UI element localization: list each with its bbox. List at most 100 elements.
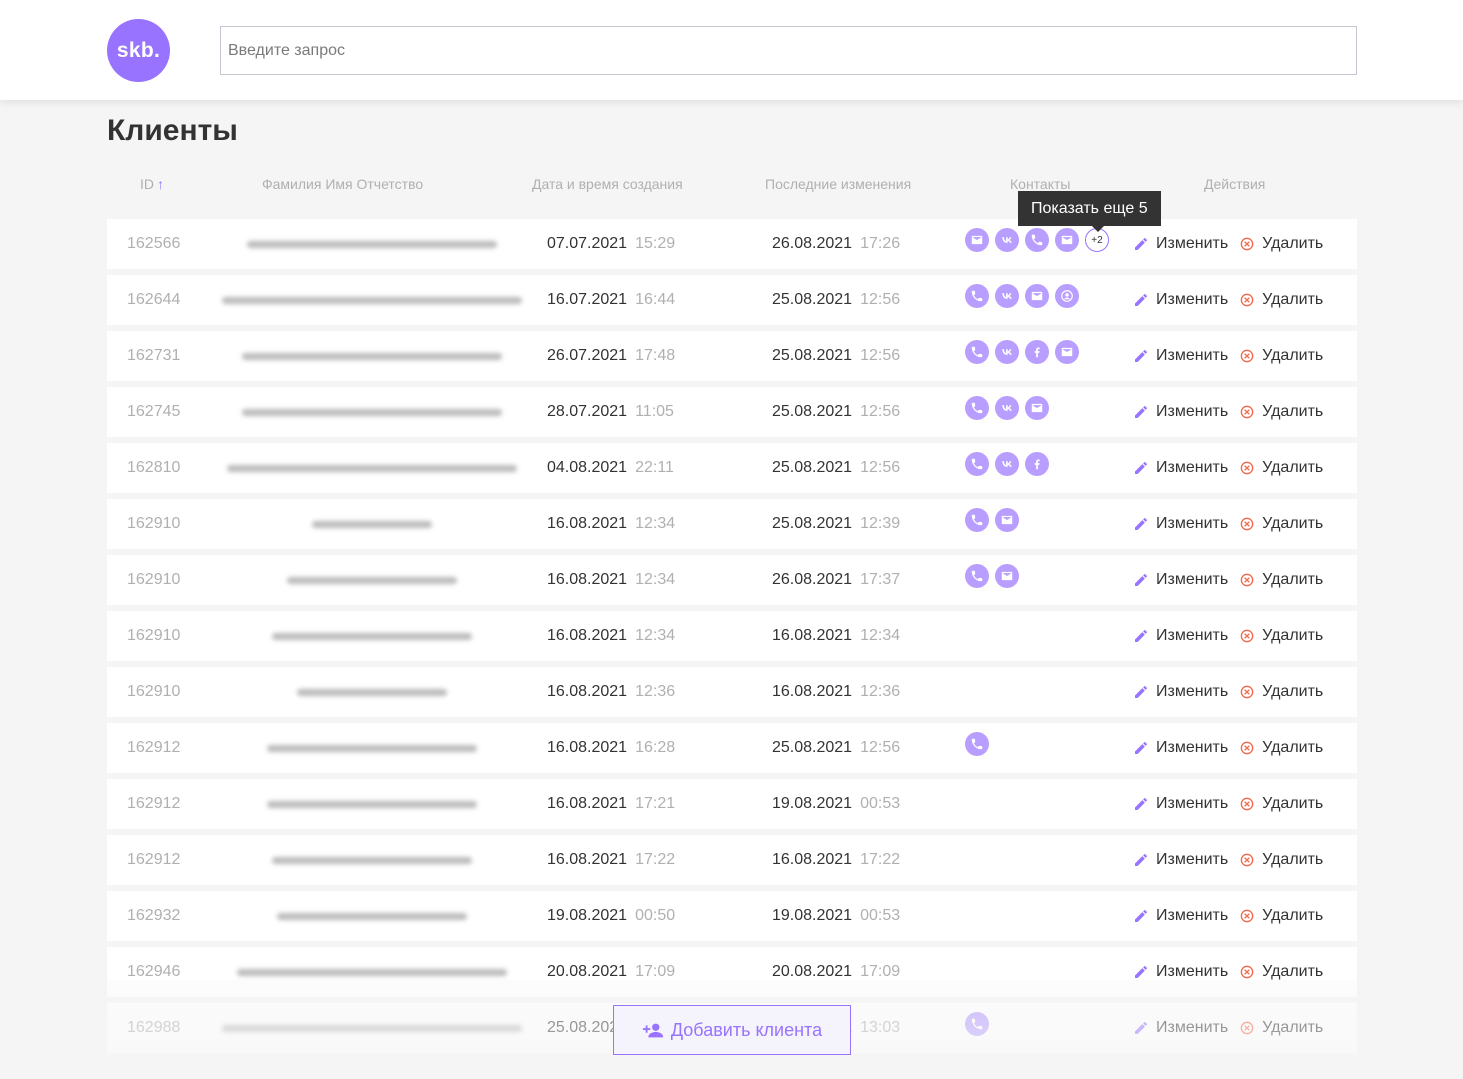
- delete-button[interactable]: Удалить: [1239, 739, 1323, 757]
- client-name-blurred: [207, 555, 537, 605]
- delete-label: Удалить: [1262, 963, 1324, 980]
- updated-datetime: 26.08.2021 17:26: [772, 219, 900, 269]
- created-datetime: 16.08.2021 17:22: [547, 835, 675, 885]
- phone-icon[interactable]: [965, 396, 989, 420]
- search-input[interactable]: [220, 26, 1357, 75]
- edit-button[interactable]: Изменить: [1133, 963, 1228, 981]
- row-actions: Изменить Удалить: [1133, 723, 1334, 773]
- sort-arrow-icon[interactable]: ↑: [157, 176, 164, 192]
- phone-icon[interactable]: [965, 508, 989, 532]
- updated-datetime: 16.08.2021 12:36: [772, 667, 900, 717]
- delete-button[interactable]: Удалить: [1239, 347, 1323, 365]
- column-header-updated[interactable]: Последние изменения: [765, 176, 911, 192]
- edit-icon: [1135, 630, 1147, 642]
- table-row: 162644 16.07.2021 16:44 25.08.2021 12:56 И…: [107, 275, 1357, 325]
- updated-time: 12:39: [860, 515, 901, 532]
- edit-button[interactable]: Изменить: [1133, 851, 1228, 869]
- updated-time: 00:53: [860, 795, 901, 812]
- column-header-name[interactable]: Фамилия Имя Отчетство: [262, 176, 423, 192]
- mail-icon[interactable]: [995, 508, 1019, 532]
- logo[interactable]: skb.: [107, 19, 170, 82]
- edit-button[interactable]: Изменить: [1133, 571, 1228, 589]
- add-client-button[interactable]: Добавить клиента: [613, 1005, 851, 1055]
- user-icon[interactable]: [1055, 284, 1079, 308]
- edit-label: Изменить: [1156, 291, 1229, 308]
- delete-button[interactable]: Удалить: [1239, 683, 1323, 701]
- delete-button[interactable]: Удалить: [1239, 235, 1323, 253]
- delete-button[interactable]: Удалить: [1239, 795, 1323, 813]
- delete-button[interactable]: Удалить: [1239, 403, 1323, 421]
- delete-icon: [1240, 237, 1254, 251]
- phone-icon[interactable]: [965, 732, 989, 756]
- client-name-blurred: [207, 387, 537, 437]
- created-time: 00:50: [635, 907, 676, 924]
- updated-time: 00:53: [860, 907, 901, 924]
- updated-datetime: 16.08.2021 17:22: [772, 835, 900, 885]
- table-row: 162731 26.07.2021 17:48 25.08.2021 12:56 И…: [107, 331, 1357, 381]
- edit-button[interactable]: Изменить: [1133, 627, 1228, 645]
- delete-button[interactable]: Удалить: [1239, 571, 1323, 589]
- delete-button[interactable]: Удалить: [1239, 459, 1323, 477]
- created-date: 16.07.2021: [547, 291, 628, 308]
- edit-button[interactable]: Изменить: [1133, 459, 1228, 477]
- client-name-blurred: [207, 443, 537, 493]
- table-row: 162912 16.08.2021 16:28 25.08.2021 12:56 И…: [107, 723, 1357, 773]
- edit-button[interactable]: Изменить: [1133, 683, 1228, 701]
- phone-icon[interactable]: [965, 564, 989, 588]
- edit-label: Изменить: [1156, 571, 1229, 588]
- phone-icon[interactable]: [965, 340, 989, 364]
- created-datetime: 07.07.2021 15:29: [547, 219, 675, 269]
- mail-icon[interactable]: [965, 228, 989, 252]
- edit-icon: [1135, 686, 1147, 698]
- column-header-created[interactable]: Дата и время создания: [532, 176, 683, 192]
- vk-icon[interactable]: [995, 452, 1019, 476]
- vk-icon[interactable]: [995, 284, 1019, 308]
- mail-icon[interactable]: [1055, 228, 1079, 252]
- edit-button[interactable]: Изменить: [1133, 403, 1228, 421]
- row-actions: Изменить Удалить: [1133, 779, 1334, 829]
- delete-icon: [1240, 853, 1254, 867]
- contacts-list: [965, 383, 1055, 433]
- table-row: 162566 07.07.2021 15:29 26.08.2021 17:26 +…: [107, 219, 1357, 269]
- delete-button[interactable]: Удалить: [1239, 851, 1323, 869]
- client-id: 162745: [127, 403, 181, 420]
- delete-button[interactable]: Удалить: [1239, 515, 1323, 533]
- updated-date: 26.08.2021: [772, 571, 853, 588]
- client-name-blurred: [207, 667, 537, 717]
- mail-icon[interactable]: [1025, 284, 1049, 308]
- column-header-id[interactable]: ID ↑: [140, 176, 164, 192]
- created-time: 17:09: [635, 963, 676, 980]
- phone-icon[interactable]: [965, 284, 989, 308]
- edit-button[interactable]: Изменить: [1133, 795, 1228, 813]
- delete-button[interactable]: Удалить: [1239, 627, 1323, 645]
- delete-button[interactable]: Удалить: [1239, 291, 1323, 309]
- vk-icon[interactable]: [995, 228, 1019, 252]
- phone-icon[interactable]: [965, 452, 989, 476]
- table-row: 162912 16.08.2021 17:22 16.08.2021 17:22 И…: [107, 835, 1357, 885]
- mail-icon[interactable]: [995, 564, 1019, 588]
- mail-icon[interactable]: [1055, 340, 1079, 364]
- updated-datetime: 19.08.2021 00:53: [772, 779, 900, 829]
- edit-button[interactable]: Изменить: [1133, 235, 1228, 253]
- delete-label: Удалить: [1262, 907, 1324, 924]
- edit-button[interactable]: Изменить: [1133, 739, 1228, 757]
- vk-icon[interactable]: [995, 396, 1019, 420]
- edit-button[interactable]: Изменить: [1133, 515, 1228, 533]
- edit-button[interactable]: Изменить: [1133, 347, 1228, 365]
- edit-label: Изменить: [1156, 963, 1229, 980]
- delete-button[interactable]: Удалить: [1239, 963, 1323, 981]
- phone-icon[interactable]: [1025, 228, 1049, 252]
- delete-button[interactable]: Удалить: [1239, 907, 1323, 925]
- delete-label: Удалить: [1262, 515, 1324, 532]
- contacts-list: [965, 439, 1055, 489]
- created-time: 12:36: [635, 683, 676, 700]
- edit-button[interactable]: Изменить: [1133, 291, 1228, 309]
- facebook-icon[interactable]: [1025, 452, 1049, 476]
- edit-button[interactable]: Изменить: [1133, 907, 1228, 925]
- vk-icon[interactable]: [995, 340, 1019, 364]
- mail-icon[interactable]: [1025, 396, 1049, 420]
- created-time: 12:34: [635, 515, 676, 532]
- delete-icon: [1240, 405, 1254, 419]
- updated-time: 12:56: [860, 403, 901, 420]
- facebook-icon[interactable]: [1025, 340, 1049, 364]
